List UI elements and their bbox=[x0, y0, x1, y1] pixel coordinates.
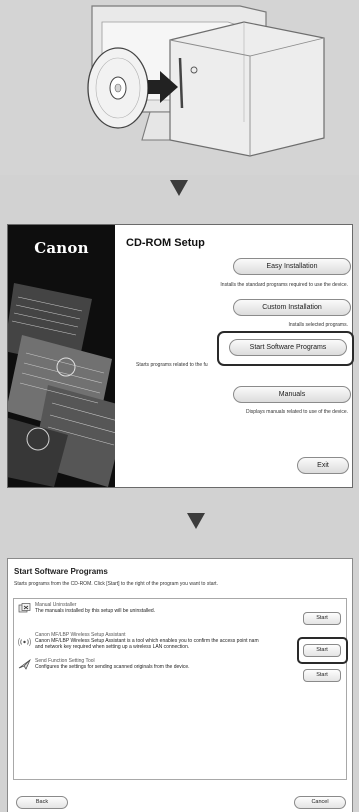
easy-installation-desc: Installs the standard programs required … bbox=[220, 282, 348, 288]
step-arrow-2 bbox=[187, 513, 205, 529]
document-collage-graphic bbox=[8, 283, 115, 487]
uninstaller-icon bbox=[18, 603, 31, 613]
ssp-subtitle: Starts programs from the CD-ROM. Click [… bbox=[14, 581, 218, 587]
start-button[interactable]: Start bbox=[303, 612, 341, 625]
start-software-programs-desc: Starts programs related to the fu bbox=[136, 362, 208, 368]
custom-installation-desc: Installs selected programs. bbox=[288, 322, 348, 328]
cd-rom-setup-window: Canon CD-ROM Setup Easy Installation Ins… bbox=[7, 224, 354, 488]
setup-side-panel: Canon bbox=[8, 225, 115, 487]
setup-title: CD-ROM Setup bbox=[126, 237, 205, 249]
insert-cd-illustration bbox=[0, 0, 359, 175]
cancel-button[interactable]: Cancel bbox=[294, 796, 346, 809]
ssp-title: Start Software Programs bbox=[14, 567, 108, 576]
back-button[interactable]: Back bbox=[16, 796, 68, 809]
program-desc: Configures the settings for sending scan… bbox=[35, 664, 190, 670]
manuals-desc: Displays manuals related to use of the d… bbox=[246, 409, 348, 415]
start-software-highlight bbox=[217, 331, 354, 366]
exit-button[interactable]: Exit bbox=[297, 457, 349, 474]
send-function-icon bbox=[18, 659, 31, 670]
manuals-button[interactable]: Manuals bbox=[233, 386, 351, 403]
custom-installation-button[interactable]: Custom Installation bbox=[233, 299, 351, 316]
program-desc-line2: and network key required when setting up… bbox=[35, 644, 190, 650]
program-desc: The manuals installed by this setup will… bbox=[35, 608, 156, 614]
start-software-programs-window: Start Software Programs Starts programs … bbox=[7, 558, 353, 812]
step-arrow-1 bbox=[170, 180, 188, 196]
program-list: Manual Uninstaller The manuals installed… bbox=[13, 598, 348, 780]
start-button-highlight bbox=[297, 637, 348, 664]
start-button[interactable]: Start bbox=[303, 669, 341, 682]
wireless-icon bbox=[18, 637, 31, 647]
easy-installation-button[interactable]: Easy Installation bbox=[233, 258, 351, 275]
